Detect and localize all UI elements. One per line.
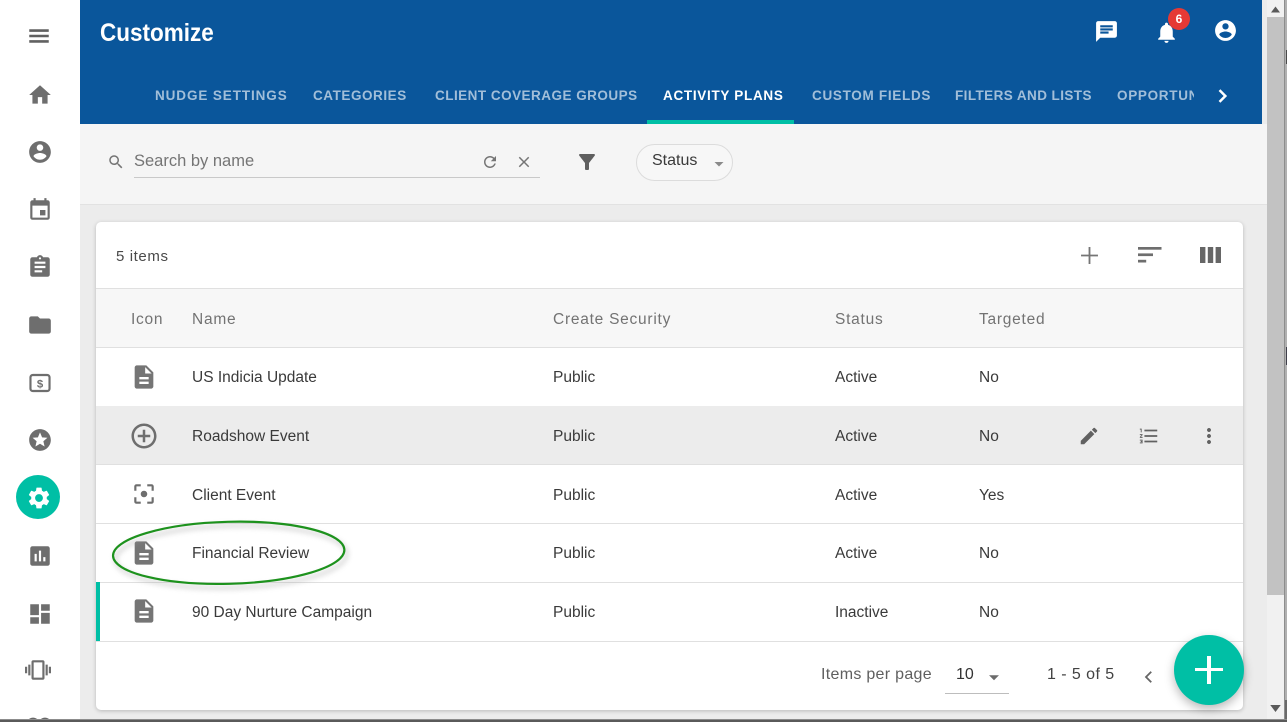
svg-text:$: $: [37, 378, 44, 390]
